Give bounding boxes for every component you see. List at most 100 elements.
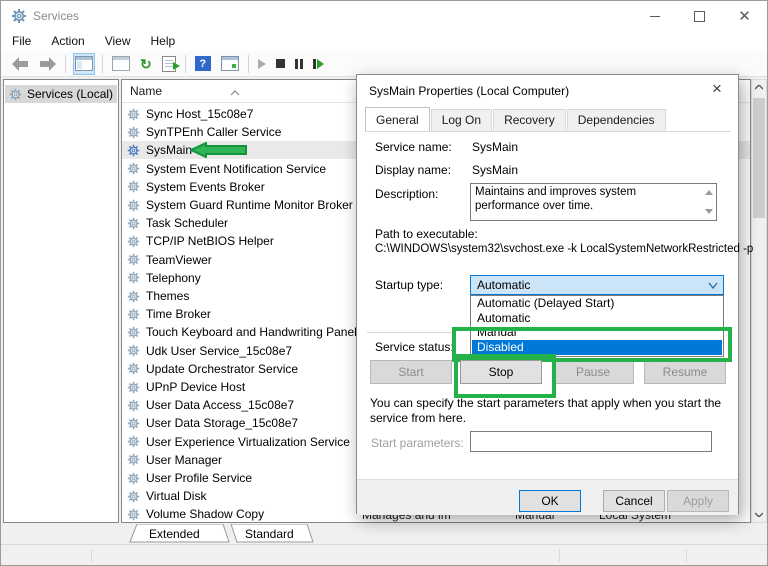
tab-extended[interactable]: Extended — [149, 527, 200, 541]
start-service-icon[interactable] — [256, 53, 268, 75]
startup-type-combobox[interactable]: Automatic — [470, 275, 724, 295]
service-name: Time Broker — [146, 307, 211, 322]
scrollbar-thumb[interactable] — [753, 98, 765, 218]
service-name: System Event Notification Service — [146, 161, 327, 176]
service-gear-icon — [127, 344, 140, 357]
menu-action[interactable]: Action — [42, 32, 93, 50]
service-gear-icon — [127, 308, 140, 321]
service-name: Telephony — [146, 270, 201, 285]
description-scroll-up-icon[interactable] — [705, 190, 713, 195]
service-name: SysMain — [146, 143, 193, 158]
resume-button[interactable]: Resume — [644, 360, 726, 384]
service-name: User Experience Virtualization Service — [146, 434, 350, 449]
window-title: Services — [33, 9, 80, 23]
service-gear-icon — [127, 417, 140, 430]
pause-button[interactable]: Pause — [552, 360, 634, 384]
menu-view[interactable]: View — [96, 32, 140, 50]
scroll-down-icon[interactable] — [752, 507, 766, 522]
description-label: Description: — [375, 187, 439, 201]
column-header-name[interactable]: Name — [130, 84, 162, 98]
dropdown-option-manual[interactable]: Manual — [472, 325, 722, 340]
minimize-button[interactable] — [632, 1, 677, 31]
service-gear-icon — [127, 271, 140, 284]
status-bar — [1, 544, 767, 565]
service-gear-icon — [127, 381, 140, 394]
service-gear-icon — [127, 180, 140, 193]
green-arrow-annotation — [188, 141, 248, 159]
menu-help[interactable]: Help — [142, 32, 185, 50]
service-gear-icon — [127, 435, 140, 448]
service-gear-icon — [127, 126, 140, 139]
service-name: Themes — [146, 289, 190, 303]
service-name: Volume Shadow Copy — [146, 507, 265, 522]
service-gear-icon — [127, 108, 140, 121]
display-name-label: Display name: — [375, 163, 452, 177]
dropdown-option-automatic-delayed-start-[interactable]: Automatic (Delayed Start) — [472, 296, 722, 311]
forward-arrow-icon[interactable] — [37, 53, 58, 75]
dialog-footer: OK Cancel Apply — [357, 479, 738, 515]
service-gear-icon — [127, 453, 140, 466]
start-parameters-label: Start parameters: — [371, 436, 464, 450]
service-name: TCP/IP NetBIOS Helper — [146, 234, 274, 249]
service-name: System Events Broker — [146, 179, 265, 194]
back-arrow-icon[interactable] — [10, 53, 31, 75]
service-name-label: Service name: — [375, 140, 452, 154]
pause-service-icon[interactable] — [293, 53, 305, 75]
stop-button[interactable]: Stop — [460, 360, 542, 384]
dialog-tabs: General Log On Recovery Dependencies — [365, 107, 667, 131]
toolbar-separator — [65, 54, 66, 73]
service-gear-icon — [127, 199, 140, 212]
tab-dependencies[interactable]: Dependencies — [566, 109, 666, 131]
description-box[interactable]: Maintains and improves system performanc… — [470, 183, 717, 221]
tab-recovery[interactable]: Recovery — [493, 109, 566, 131]
apply-button[interactable]: Apply — [667, 490, 729, 512]
help-icon[interactable]: ? — [193, 53, 213, 75]
dialog-title: SysMain Properties (Local Computer) — [369, 84, 570, 98]
service-name: Touch Keyboard and Handwriting Panel S — [146, 325, 369, 340]
description-scroll-down-icon[interactable] — [705, 209, 713, 214]
stop-service-icon[interactable] — [274, 53, 287, 75]
vertical-scrollbar[interactable] — [751, 79, 767, 523]
show-console-tree-icon[interactable] — [73, 52, 95, 75]
service-name: User Profile Service — [146, 471, 253, 485]
service-name: User Data Access_15c08e7 — [146, 398, 295, 413]
restart-service-icon[interactable] — [311, 53, 326, 75]
service-name: Update Orchestrator Service — [146, 361, 299, 376]
dropdown-option-automatic[interactable]: Automatic — [472, 311, 722, 326]
tab-standard[interactable]: Standard — [245, 527, 294, 541]
service-gear-icon — [127, 508, 140, 521]
service-gear-icon — [127, 399, 140, 412]
dropdown-option-disabled[interactable]: Disabled — [472, 339, 722, 355]
service-gear-icon — [127, 290, 140, 303]
show-action-pane-icon[interactable] — [219, 53, 241, 75]
start-parameters-hint: You can specify the start parameters tha… — [370, 396, 722, 425]
close-button[interactable]: ✕ — [722, 1, 767, 31]
export-list-icon[interactable] — [160, 53, 180, 75]
refresh-icon[interactable]: ↻ — [138, 53, 154, 75]
service-name-value: SysMain — [472, 140, 519, 154]
service-name: UPnP Device Host — [146, 380, 246, 394]
sort-ascending-icon — [230, 83, 240, 101]
sysmain-properties-dialog: SysMain Properties (Local Computer) × Ge… — [356, 74, 753, 515]
maximize-button[interactable] — [677, 1, 722, 31]
tab-general[interactable]: General — [365, 107, 430, 131]
service-name: TeamViewer — [146, 252, 212, 267]
dialog-close-icon[interactable]: × — [706, 79, 728, 99]
service-gear-icon — [127, 490, 140, 503]
start-button[interactable]: Start — [370, 360, 452, 384]
service-name: Virtual Disk — [146, 489, 207, 504]
properties-window-icon[interactable] — [110, 53, 132, 75]
cancel-button[interactable]: Cancel — [603, 490, 665, 512]
service-gear-icon — [127, 217, 140, 230]
tab-log-on[interactable]: Log On — [430, 109, 493, 131]
title-bar: Services ✕ — [1, 1, 767, 31]
service-name: Udk User Service_15c08e7 — [146, 343, 293, 358]
start-parameters-input[interactable] — [470, 431, 712, 452]
menu-file[interactable]: File — [3, 32, 40, 50]
services-gear-icon — [9, 88, 22, 101]
ok-button[interactable]: OK — [519, 490, 581, 512]
service-gear-icon — [127, 162, 140, 175]
service-gear-icon — [127, 144, 140, 157]
scroll-up-icon[interactable] — [752, 80, 766, 95]
sidebar-item-services-local[interactable]: Services (Local) — [5, 85, 117, 103]
